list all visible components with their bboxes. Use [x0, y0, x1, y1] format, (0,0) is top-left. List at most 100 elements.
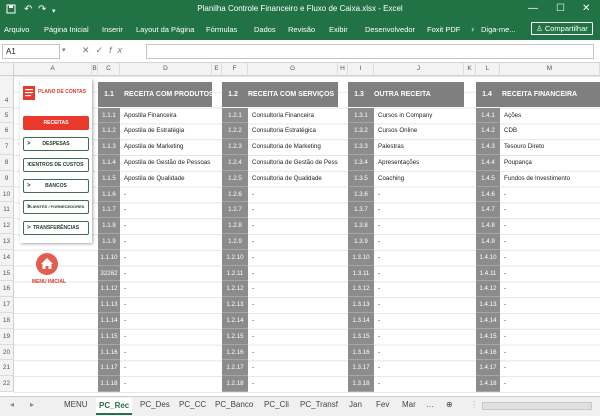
- account-name-cell[interactable]: Consultoria de Gestão de Pessoas: [248, 155, 338, 171]
- account-code-cell[interactable]: 1.2.3: [222, 139, 248, 155]
- account-name-cell[interactable]: Cursos Online: [374, 123, 464, 139]
- account-code-cell[interactable]: 1.2.10: [222, 249, 248, 266]
- account-code-cell[interactable]: 1.3.10: [348, 249, 374, 266]
- account-code-cell[interactable]: 1.3.13: [348, 297, 374, 313]
- account-name-cell[interactable]: Apostila de Marketing: [120, 139, 212, 155]
- account-name-cell[interactable]: Ações: [500, 108, 600, 124]
- account-name-cell[interactable]: -: [248, 297, 338, 313]
- row-header[interactable]: 15: [0, 265, 14, 282]
- account-name-cell[interactable]: -: [120, 250, 212, 266]
- account-code-cell[interactable]: 1.4.12: [476, 281, 500, 298]
- account-code-cell[interactable]: 1.2.16: [222, 344, 248, 361]
- tab-inserir[interactable]: Inserir: [102, 25, 123, 34]
- row-header[interactable]: 21: [0, 360, 14, 377]
- sheet-tab-fev[interactable]: Fev: [376, 400, 389, 409]
- account-name-cell[interactable]: Palestras: [374, 139, 464, 155]
- tab-dados[interactable]: Dados: [254, 25, 276, 34]
- account-name-cell[interactable]: -: [374, 234, 464, 250]
- account-name-cell[interactable]: Consultoria de Qualidade: [248, 171, 338, 187]
- column-header-d[interactable]: D: [120, 63, 212, 76]
- row-header[interactable]: 8: [0, 155, 14, 171]
- account-name-cell[interactable]: -: [120, 187, 212, 203]
- account-code-cell[interactable]: 1.1.16: [98, 344, 120, 361]
- account-code-cell[interactable]: 1.1.8: [98, 218, 120, 234]
- account-code-cell[interactable]: 1.4.10: [476, 249, 500, 266]
- account-name-cell[interactable]: -: [500, 376, 600, 392]
- share-button[interactable]: ♙ Compartilhar: [531, 22, 593, 35]
- nav-button-receitas[interactable]: RECEITAS: [23, 116, 89, 130]
- account-code-cell[interactable]: 32262: [98, 265, 120, 282]
- tab-foxit-pdf[interactable]: Foxit PDF: [427, 25, 460, 34]
- account-code-cell[interactable]: 1.3.1: [348, 107, 374, 124]
- add-sheet-icon[interactable]: ⊕: [446, 400, 453, 409]
- account-code-cell[interactable]: 1.3.4: [348, 155, 374, 171]
- account-code-cell[interactable]: 1.3.18: [348, 376, 374, 392]
- account-name-cell[interactable]: -: [500, 281, 600, 297]
- account-code-cell[interactable]: 1.2.13: [222, 297, 248, 313]
- account-code-cell[interactable]: 1.3.2: [348, 123, 374, 140]
- sheet-tab-pc-cli[interactable]: PC_Cli: [264, 400, 289, 409]
- account-name-cell[interactable]: Apostila Financeira: [120, 108, 212, 124]
- account-code-cell[interactable]: 1.4.9: [476, 234, 500, 250]
- account-name-cell[interactable]: -: [120, 360, 212, 376]
- account-code-cell[interactable]: 1.1.6: [98, 186, 120, 203]
- sheet-tab-pc-cc[interactable]: PC_CC: [179, 400, 206, 409]
- account-code-cell[interactable]: 1.4.18: [476, 376, 500, 392]
- account-code-cell[interactable]: 1.3.12: [348, 281, 374, 298]
- account-name-cell[interactable]: -: [374, 202, 464, 218]
- account-code-cell[interactable]: 1.2.11: [222, 265, 248, 282]
- row-header[interactable]: 19: [0, 328, 14, 345]
- column-header-e[interactable]: E: [212, 63, 222, 76]
- account-name-cell[interactable]: Consultoria Financeira: [248, 108, 338, 124]
- account-code-cell[interactable]: 1.2.6: [222, 186, 248, 203]
- sheet-tab-pc-des[interactable]: PC_Des: [140, 400, 170, 409]
- row-header[interactable]: 6: [0, 123, 14, 140]
- cancel-icon[interactable]: ✕: [82, 45, 96, 55]
- formula-input[interactable]: [146, 44, 594, 59]
- account-code-cell[interactable]: 1.2.14: [222, 313, 248, 329]
- nav-button-transferencias[interactable]: > TRANSFERÊNCIAS: [23, 221, 89, 235]
- row-header[interactable]: 22: [0, 376, 14, 392]
- select-all-corner[interactable]: [0, 63, 14, 76]
- account-code-cell[interactable]: 1.3.11: [348, 265, 374, 282]
- scroll-right-icon[interactable]: ▸: [30, 400, 34, 409]
- account-code-cell[interactable]: 1.4.6: [476, 186, 500, 203]
- sheet-tab-pc-transf[interactable]: PC_Transf: [300, 400, 338, 409]
- account-code-cell[interactable]: 1.4.1: [476, 107, 500, 124]
- account-name-cell[interactable]: -: [500, 218, 600, 234]
- row-header[interactable]: 18: [0, 313, 14, 329]
- tab-exibir[interactable]: Exibir: [329, 25, 348, 34]
- home-button[interactable]: [36, 253, 58, 275]
- account-name-cell[interactable]: Consultoria Estratégica: [248, 123, 338, 139]
- account-code-cell[interactable]: 1.4.4: [476, 155, 500, 171]
- tab-pagina-inicial[interactable]: Página Inicial: [44, 25, 89, 34]
- account-code-cell[interactable]: 1.2.4: [222, 155, 248, 171]
- nav-button-clientes-fornecedores[interactable]: > CLIENTES / FORNECEDORES: [23, 200, 89, 214]
- account-code-cell[interactable]: 1.3.16: [348, 344, 374, 361]
- row-header[interactable]: 4: [0, 76, 14, 108]
- column-header-a[interactable]: A: [14, 63, 92, 76]
- column-header-l[interactable]: L: [476, 63, 500, 76]
- account-name-cell[interactable]: -: [120, 281, 212, 297]
- account-name-cell[interactable]: -: [374, 360, 464, 376]
- account-name-cell[interactable]: Consultoria de Marketing: [248, 139, 338, 155]
- account-code-cell[interactable]: 1.1.3: [98, 139, 120, 155]
- account-code-cell[interactable]: 1.3.17: [348, 360, 374, 377]
- account-code-cell[interactable]: 1.4.17: [476, 360, 500, 377]
- account-code-cell[interactable]: 1.1.14: [98, 313, 120, 329]
- account-name-cell[interactable]: -: [500, 297, 600, 313]
- account-name-cell[interactable]: -: [248, 345, 338, 361]
- account-code-cell[interactable]: 1.2.17: [222, 360, 248, 377]
- account-name-cell[interactable]: -: [374, 297, 464, 313]
- account-name-cell[interactable]: Apresentações: [374, 155, 464, 171]
- column-header-j[interactable]: J: [374, 63, 464, 76]
- account-code-cell[interactable]: 1.3.8: [348, 218, 374, 234]
- row-header[interactable]: 11: [0, 202, 14, 219]
- account-name-cell[interactable]: -: [120, 345, 212, 361]
- sheet-tab-pc-banco[interactable]: PC_Banco: [215, 400, 253, 409]
- account-code-cell[interactable]: 1.3.7: [348, 202, 374, 219]
- name-box-dropdown-icon[interactable]: ▾: [62, 46, 66, 54]
- nav-button-centros-de-custos[interactable]: > CENTROS DE CUSTOS: [23, 158, 89, 172]
- sheet-tab-mar[interactable]: Mar: [402, 400, 416, 409]
- account-name-cell[interactable]: -: [248, 234, 338, 250]
